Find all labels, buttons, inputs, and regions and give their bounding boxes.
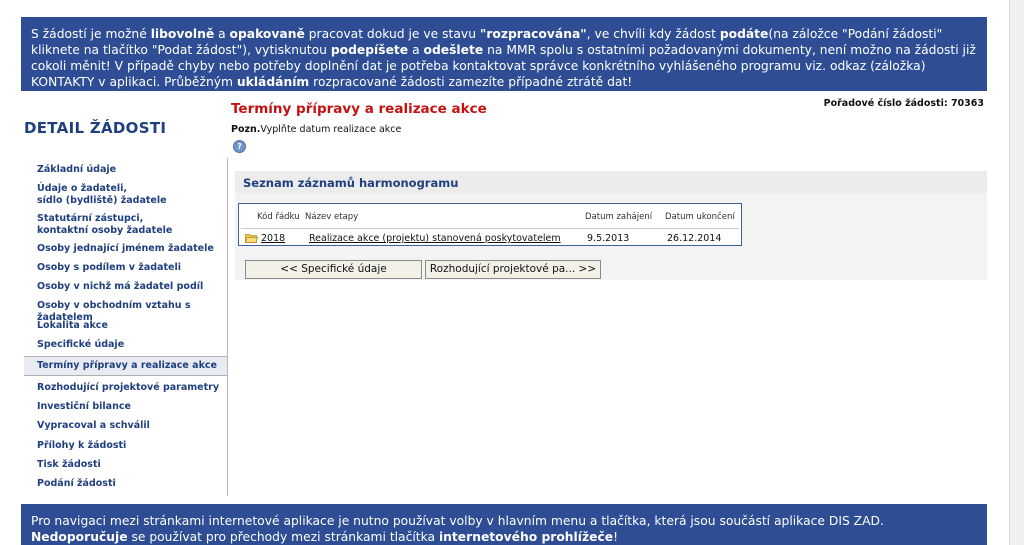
col-header-code: Kód řádku (257, 212, 300, 222)
footer-banner: Pro navigaci mezi stránkami internetové … (21, 504, 987, 545)
row-start-date: 9.5.2013 (587, 233, 630, 244)
sidebar-item-project-parameters[interactable]: Rozhodující projektové parametry (37, 382, 219, 394)
sidebar-item-statutory-contacts[interactable]: Statutární zástupci, kontaktní osoby žad… (37, 213, 172, 237)
sidebar-item-schedule[interactable]: Termíny přípravy a realizace akce (24, 356, 227, 376)
top-strip (0, 0, 1024, 14)
vertical-scrollbar[interactable] (1009, 0, 1024, 545)
sidebar-item-applicant-data[interactable]: Údaje o žadateli, sídlo (bydliště) žadat… (37, 183, 167, 207)
section-title: Seznam záznamů harmonogramu (235, 171, 987, 193)
open-folder-icon (245, 234, 258, 243)
sidebar-item-print[interactable]: Tisk žádosti (37, 459, 101, 471)
info-banner: S žádostí je možné libovolně a opakovaně… (21, 17, 987, 91)
prev-button[interactable]: << Specifické údaje (245, 260, 422, 279)
sidebar-title: DETAIL ŽÁDOSTI (24, 119, 167, 137)
col-header-name: Název etapy (305, 212, 359, 222)
header-divider (241, 228, 739, 229)
sidebar-item-attachments[interactable]: Přílohy k žádosti (37, 440, 126, 452)
application-number: Pořadové číslo žádosti: 70363 (823, 98, 984, 109)
page-title: Termíny přípravy a realizace akce (231, 101, 487, 117)
sidebar-item-shareholders[interactable]: Osoby s podílem v žadateli (37, 262, 181, 274)
col-header-end: Datum ukončení (665, 212, 735, 222)
next-button[interactable]: Rozhodující projektové pa... >> (425, 260, 601, 279)
sidebar-item-basic-data[interactable]: Základní údaje (37, 164, 116, 176)
row-name-link[interactable]: Realizace akce (projektu) stanovená posk… (309, 233, 561, 244)
sidebar-item-prepared-approved[interactable]: Vypracoval a schválil (37, 420, 150, 432)
row-end-date: 26.12.2014 (667, 233, 722, 244)
sidebar-item-location[interactable]: Lokalita akce (37, 320, 108, 332)
sidebar-item-investment-balance[interactable]: Investiční bilance (37, 401, 131, 413)
sidebar-item-holdings[interactable]: Osoby v nichž má žadatel podíl (37, 281, 203, 293)
help-icon[interactable]: ? (233, 140, 246, 153)
sidebar-item-submission[interactable]: Podání žádosti (37, 478, 116, 490)
col-header-start: Datum zahájení (585, 212, 653, 222)
note: Pozn.Vyplňte datum realizace akce (231, 124, 402, 135)
row-code-link[interactable]: 2018 (261, 233, 285, 244)
sidebar-item-acting-persons[interactable]: Osoby jednající jménem žadatele (37, 243, 214, 255)
schedule-table: Kód řádku Název etapy Datum zahájení Dat… (238, 203, 742, 246)
sidebar-nav: Základní údaje Údaje o žadateli, sídlo (… (24, 158, 228, 496)
sidebar-item-specific-data[interactable]: Specifické údaje (37, 339, 124, 351)
